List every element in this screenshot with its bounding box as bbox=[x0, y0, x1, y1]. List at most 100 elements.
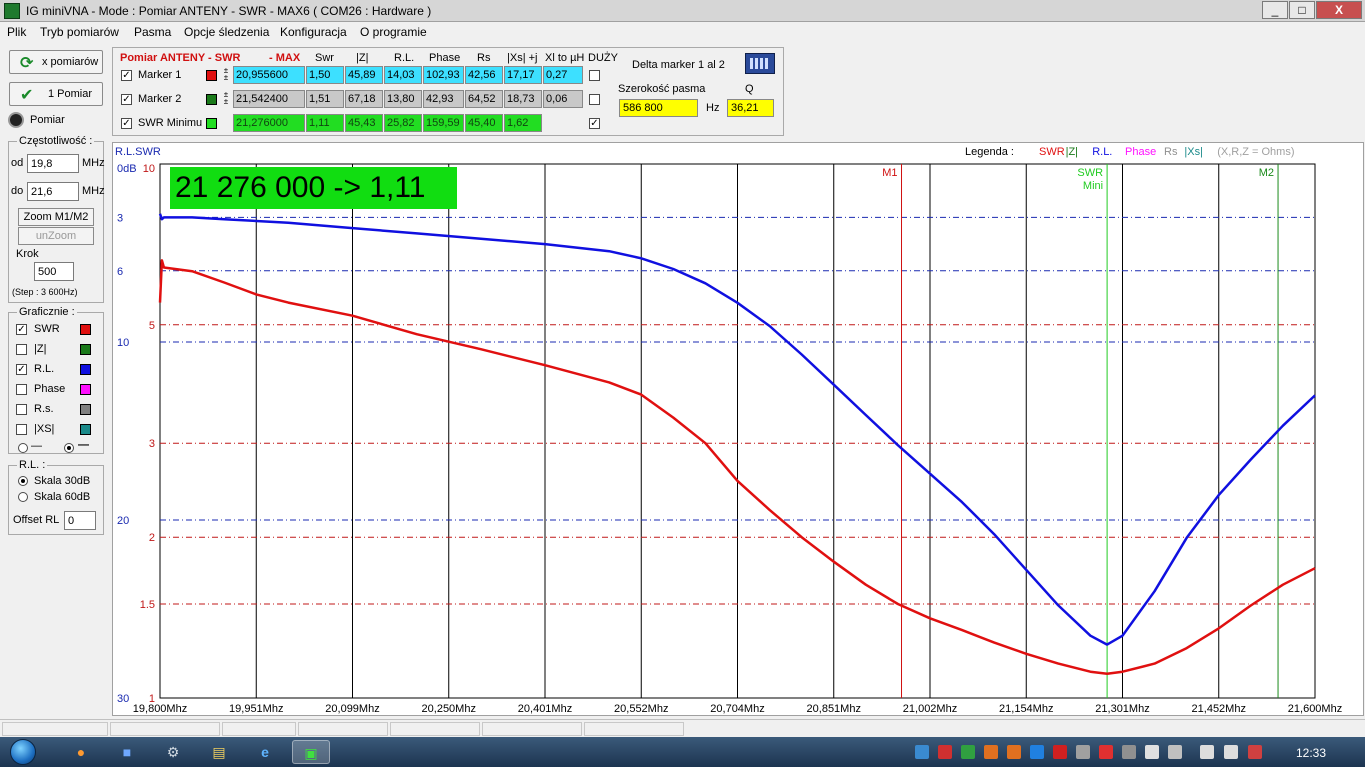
measure-indicator-label: Pomiar bbox=[30, 114, 65, 126]
swr-minimum-big-checkbox[interactable]: ✓ bbox=[589, 118, 600, 129]
menu-tryb-pomiarow[interactable]: Tryb pomiarów bbox=[40, 25, 119, 39]
status-segment bbox=[110, 722, 220, 736]
q-label: Q bbox=[745, 83, 754, 95]
keypad-icon[interactable] bbox=[745, 53, 775, 74]
step-input[interactable] bbox=[34, 262, 74, 281]
thin-line-sample: — bbox=[31, 440, 42, 452]
status-segment bbox=[2, 722, 108, 736]
menu-plik[interactable]: Plik bbox=[7, 25, 26, 39]
menu-konfiguracja[interactable]: Konfiguracja bbox=[280, 25, 347, 39]
from-frequency-input[interactable] bbox=[27, 154, 79, 173]
network-tray-icon[interactable] bbox=[961, 745, 975, 759]
scale-30db-radio[interactable] bbox=[18, 476, 28, 486]
action-center-icon[interactable] bbox=[1145, 745, 1159, 759]
legend-item: Rs bbox=[1164, 146, 1178, 158]
menu-bar: Plik Tryb pomiarów Pasma Opcje śledzenia… bbox=[0, 22, 1365, 42]
disk-icon[interactable]: ■ bbox=[108, 740, 146, 764]
rs-color-swatch[interactable] bbox=[80, 404, 91, 415]
x-tick-label: 20,250Mhz bbox=[422, 703, 476, 715]
ie-icon[interactable]: e bbox=[246, 740, 284, 764]
dropbox-icon[interactable] bbox=[915, 745, 929, 759]
bandwidth-label: Szerokość pasma bbox=[618, 83, 706, 95]
marker-1-swr: 1,50 bbox=[306, 66, 344, 84]
rl-tick-label: 0dB bbox=[117, 163, 137, 175]
marker-1-xl: 0,27 bbox=[543, 66, 583, 84]
tray-app-icon[interactable] bbox=[1099, 745, 1113, 759]
ati-icon[interactable] bbox=[1053, 745, 1067, 759]
marker-2-rl: 13,80 bbox=[384, 90, 422, 108]
legend-item: Phase bbox=[1125, 146, 1156, 158]
scale-60db-radio[interactable] bbox=[18, 492, 28, 502]
tray-app-icon[interactable] bbox=[1076, 745, 1090, 759]
tray-app-icon[interactable] bbox=[1007, 745, 1021, 759]
menu-opcje-sledzenia[interactable]: Opcje śledzenia bbox=[184, 25, 269, 39]
marker-1-label: Marker 1 bbox=[138, 69, 182, 81]
single-measure-button[interactable]: ✔ 1 Pomiar bbox=[9, 82, 103, 106]
marker-2-label: Marker 2 bbox=[138, 93, 182, 105]
menu-pasma[interactable]: Pasma bbox=[134, 25, 171, 39]
corner-axis-label: R.L.SWR bbox=[115, 146, 161, 158]
close-button[interactable]: X bbox=[1316, 1, 1362, 19]
z-checkbox[interactable] bbox=[16, 344, 27, 355]
swr-checkbox[interactable]: ✓ bbox=[16, 324, 27, 335]
marker-2-big-checkbox[interactable] bbox=[589, 94, 600, 105]
swr-minimum-phase: 159,59 bbox=[423, 114, 464, 132]
thin-line-radio[interactable] bbox=[18, 443, 28, 453]
marker-2-phase: 42,93 bbox=[423, 90, 464, 108]
header-xs: |Xs| +j bbox=[507, 52, 538, 64]
tray-app-icon[interactable] bbox=[1122, 745, 1136, 759]
marker-1-checkbox[interactable]: ✓ bbox=[121, 70, 132, 81]
tray-app-icon[interactable] bbox=[1030, 745, 1044, 759]
tools-icon[interactable]: ⚙ bbox=[154, 740, 192, 764]
refresh-icon: ⟳ bbox=[20, 55, 34, 72]
explorer-icon[interactable]: ▤ bbox=[200, 740, 238, 764]
window-title: IG miniVNA - Mode : Pomiar ANTENY - SWR … bbox=[26, 4, 432, 18]
offset-rl-label: Offset RL bbox=[13, 514, 60, 526]
chart-area[interactable]: 19,800Mhz 19,951Mhz 20,099Mhz 20,250Mhz 20,4… bbox=[112, 142, 1364, 716]
x-measurements-button[interactable]: ⟳ x pomiarów bbox=[9, 50, 103, 74]
from-unit: MHz bbox=[82, 157, 105, 169]
rl-color-swatch[interactable] bbox=[80, 364, 91, 375]
offset-rl-input[interactable] bbox=[64, 511, 96, 530]
swr-minimum-checkbox[interactable]: ✓ bbox=[121, 118, 132, 129]
swr-rl-chart: 19,800Mhz 19,951Mhz 20,099Mhz 20,250Mhz 20,4… bbox=[115, 146, 1342, 715]
minimize-button[interactable]: _ bbox=[1262, 1, 1288, 19]
security-icon[interactable] bbox=[1248, 745, 1262, 759]
z-color-swatch[interactable] bbox=[80, 344, 91, 355]
tray-app-icon[interactable] bbox=[984, 745, 998, 759]
swr-color-swatch[interactable] bbox=[80, 324, 91, 335]
menu-o-programie[interactable]: O programie bbox=[360, 25, 427, 39]
marker-1-spinner[interactable]: ± ± bbox=[222, 67, 230, 83]
xs-checkbox[interactable] bbox=[16, 424, 27, 435]
rs-checkbox[interactable] bbox=[16, 404, 27, 415]
swr-tick-label: 3 bbox=[149, 438, 155, 450]
swr-minimum-swr: 1,11 bbox=[306, 114, 344, 132]
marker-2-checkbox[interactable]: ✓ bbox=[121, 94, 132, 105]
zoom-m1-m2-button[interactable]: Zoom M1/M2 bbox=[18, 208, 94, 226]
marker-1-rs: 42,56 bbox=[465, 66, 503, 84]
x-tick-label: 20,851Mhz bbox=[807, 703, 861, 715]
phase-checkbox[interactable] bbox=[16, 384, 27, 395]
unzoom-button[interactable]: unZoom bbox=[18, 227, 94, 245]
marker-1-color bbox=[206, 70, 217, 81]
signal-icon[interactable] bbox=[1200, 745, 1214, 759]
xs-color-swatch[interactable] bbox=[80, 424, 91, 435]
thick-line-radio[interactable] bbox=[64, 443, 74, 453]
rl-tick-label: 6 bbox=[117, 266, 123, 278]
legend-item: |Xs| bbox=[1184, 146, 1203, 158]
marker-2-spinner[interactable]: ± ± bbox=[222, 91, 230, 107]
start-button[interactable] bbox=[10, 739, 36, 765]
vna-icon[interactable]: ▣ bbox=[292, 740, 330, 764]
firefox-icon[interactable]: ● bbox=[62, 740, 100, 764]
rl-checkbox[interactable]: ✓ bbox=[16, 364, 27, 375]
q-value: 36,21 bbox=[727, 99, 774, 117]
maximize-button[interactable]: □ bbox=[1289, 1, 1315, 19]
power-icon[interactable] bbox=[1168, 745, 1182, 759]
tray-app-icon[interactable] bbox=[938, 745, 952, 759]
volume-icon[interactable] bbox=[1224, 745, 1238, 759]
status-segment bbox=[222, 722, 296, 736]
x-measurements-label: x pomiarów bbox=[42, 56, 99, 68]
to-frequency-input[interactable] bbox=[27, 182, 79, 201]
marker-1-big-checkbox[interactable] bbox=[589, 70, 600, 81]
phase-color-swatch[interactable] bbox=[80, 384, 91, 395]
